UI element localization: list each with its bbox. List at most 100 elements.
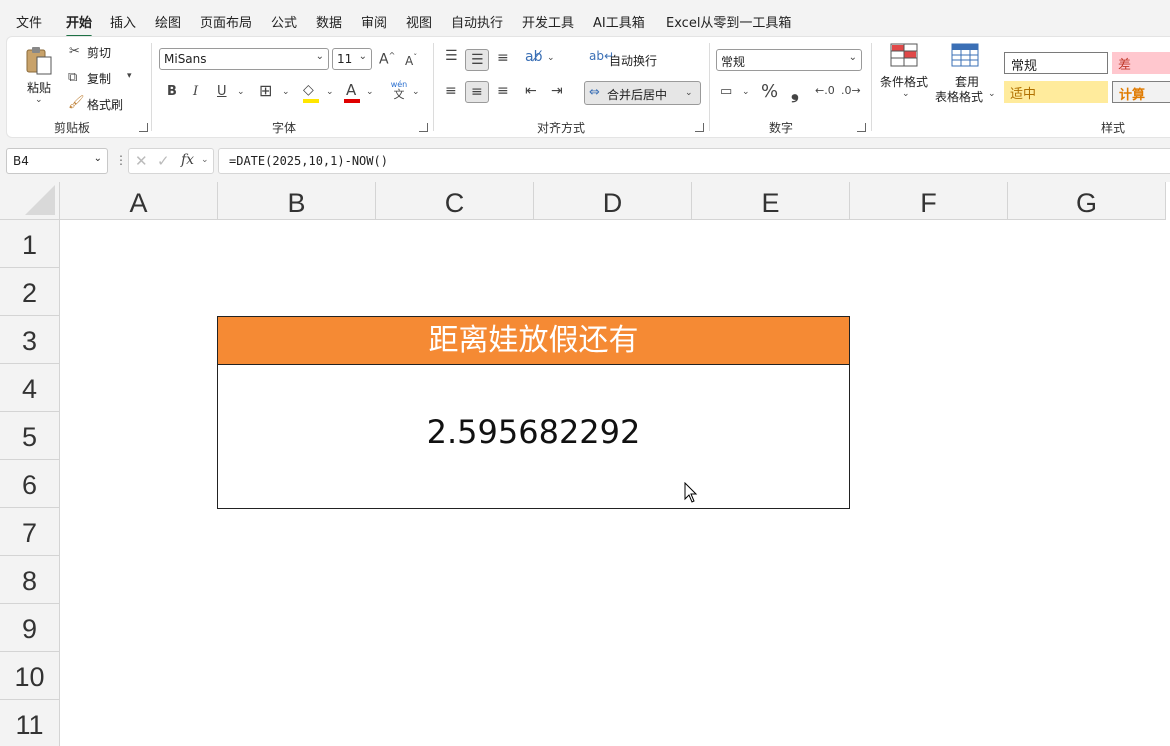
comma-button[interactable]: ❟ <box>791 81 799 101</box>
italic-button[interactable]: I <box>193 85 198 98</box>
number-format-select[interactable]: 常规 ⌄ <box>716 49 862 71</box>
currency-icon[interactable]: ▭ <box>720 85 732 98</box>
borders-dropdown-icon[interactable]: ⌄ <box>282 88 290 97</box>
fill-color-icon[interactable]: ◇ <box>303 83 314 97</box>
conditional-formatting-icon <box>890 43 918 67</box>
phonetic-dropdown-icon[interactable]: ⌄ <box>412 88 420 97</box>
tab-automate[interactable]: 自动执行 <box>451 12 503 31</box>
worksheet-grid[interactable]: A B C D E F G 1 2 3 4 5 6 7 8 9 10 11 距离… <box>0 182 1170 746</box>
name-box-value: B4 <box>13 154 29 168</box>
currency-dropdown-icon[interactable]: ⌄ <box>742 88 750 97</box>
row-header-2[interactable]: 2 <box>0 268 60 316</box>
merge-center-button[interactable]: ⇔ 合并后居中 ⌄ <box>584 81 701 105</box>
row-header-1[interactable]: 1 <box>0 220 60 268</box>
row-header-11[interactable]: 11 <box>0 700 60 746</box>
font-color-icon[interactable]: A <box>346 83 356 98</box>
formula-input[interactable]: =DATE(2025,10,1)-NOW() <box>218 148 1170 174</box>
increase-decimal-icon[interactable]: ←.0 <box>815 85 835 96</box>
more-options-icon[interactable]: ⋮ <box>115 153 127 167</box>
chevron-down-icon: ⌄ <box>685 88 693 98</box>
wrap-text-button[interactable]: 自动换行 <box>609 52 657 69</box>
paste-button[interactable]: 粘贴 ⌄ <box>21 43 57 107</box>
clipboard-launcher-icon[interactable] <box>139 123 148 132</box>
align-middle-button[interactable]: ☰ <box>465 49 489 71</box>
column-header-f[interactable]: F <box>850 182 1008 220</box>
row-header-8[interactable]: 8 <box>0 556 60 604</box>
select-all-corner[interactable] <box>0 182 60 220</box>
merged-cell-b3-title[interactable]: 距离娃放假还有 <box>217 316 850 365</box>
cancel-icon[interactable]: ✕ <box>135 152 148 170</box>
row-header-10[interactable]: 10 <box>0 652 60 700</box>
column-header-g[interactable]: G <box>1008 182 1166 220</box>
column-header-a[interactable]: A <box>60 182 218 220</box>
increase-font-icon[interactable]: A^ <box>379 52 395 67</box>
style-calculation[interactable]: 计算 <box>1112 81 1170 103</box>
column-header-e[interactable]: E <box>692 182 850 220</box>
orientation-icon[interactable]: ab̸ <box>525 50 542 64</box>
copy-dropdown-icon[interactable]: ▾ <box>127 72 132 81</box>
fill-dropdown-icon[interactable]: ⌄ <box>326 88 334 97</box>
row-header-3[interactable]: 3 <box>0 316 60 364</box>
alignment-launcher-icon[interactable] <box>695 123 704 132</box>
align-center-icon: ≡ <box>471 84 483 100</box>
column-header-d[interactable]: D <box>534 182 692 220</box>
font-name-select[interactable]: MiSans ⌄ <box>159 48 329 70</box>
underline-button[interactable]: U <box>217 85 227 98</box>
tab-formulas[interactable]: 公式 <box>271 12 297 31</box>
chevron-down-icon: ⌄ <box>35 95 43 105</box>
increase-indent-icon[interactable]: ⇥ <box>551 84 563 98</box>
underline-dropdown-icon[interactable]: ⌄ <box>237 88 245 97</box>
orientation-dropdown-icon[interactable]: ⌄ <box>547 54 555 63</box>
tab-developer[interactable]: 开发工具 <box>522 12 574 31</box>
font-color-dropdown-icon[interactable]: ⌄ <box>366 88 374 97</box>
font-launcher-icon[interactable] <box>419 123 428 132</box>
decrease-indent-icon[interactable]: ⇤ <box>525 84 537 98</box>
tab-review[interactable]: 审阅 <box>361 12 387 31</box>
tab-draw[interactable]: 绘图 <box>155 12 181 31</box>
format-as-table-button[interactable]: 套用 表格格式 ⌄ <box>935 41 999 111</box>
align-top-icon[interactable]: ☰ <box>445 49 458 63</box>
row-header-5[interactable]: 5 <box>0 412 60 460</box>
align-middle-icon: ☰ <box>471 52 484 68</box>
copy-button[interactable]: 复制 <box>87 70 111 87</box>
borders-icon[interactable]: ⊞ <box>259 83 272 99</box>
bold-button[interactable]: B <box>167 85 177 98</box>
align-right-icon[interactable]: ≡ <box>497 84 509 98</box>
conditional-formatting-button[interactable]: 条件格式 ⌄ <box>880 41 930 111</box>
tab-ai-toolbox[interactable]: AI工具箱 <box>593 12 645 31</box>
column-header-c[interactable]: C <box>376 182 534 220</box>
style-normal[interactable]: 常规 <box>1004 52 1108 74</box>
tab-home[interactable]: 开始 <box>66 12 93 38</box>
align-left-icon[interactable]: ≡ <box>445 84 457 98</box>
row-header-7[interactable]: 7 <box>0 508 60 556</box>
insert-function-icon[interactable]: fx <box>181 152 194 168</box>
align-bottom-icon[interactable]: ≡ <box>497 51 509 65</box>
row-header-9[interactable]: 9 <box>0 604 60 652</box>
row-header-4[interactable]: 4 <box>0 364 60 412</box>
tab-data[interactable]: 数据 <box>316 12 342 31</box>
tab-view[interactable]: 视图 <box>406 12 432 31</box>
formula-bar: B4 ⌄ ⋮ ✕ ✓ fx ⌄ =DATE(2025,10,1)-NOW() <box>0 144 1170 178</box>
number-group-label: 数字 <box>769 121 794 135</box>
tab-file[interactable]: 文件 <box>16 12 42 31</box>
decrease-font-icon[interactable]: Aˇ <box>405 54 417 68</box>
phonetic-icon[interactable]: wén 文 <box>389 81 409 105</box>
format-painter-button[interactable]: 格式刷 <box>87 96 123 113</box>
column-header-b[interactable]: B <box>218 182 376 220</box>
cut-button[interactable]: 剪切 <box>87 44 111 61</box>
chevron-down-icon: ⌄ <box>902 89 910 99</box>
merged-cell-b4-value[interactable]: 2.595682292 <box>217 364 850 509</box>
number-launcher-icon[interactable] <box>857 123 866 132</box>
row-header-6[interactable]: 6 <box>0 460 60 508</box>
name-box[interactable]: B4 ⌄ <box>6 148 108 174</box>
tab-insert[interactable]: 插入 <box>110 12 136 31</box>
enter-icon[interactable]: ✓ <box>157 152 170 170</box>
font-size-select[interactable]: 11 ⌄ <box>332 48 372 70</box>
decrease-decimal-icon[interactable]: .0→ <box>841 85 861 96</box>
tab-excel-toolbox[interactable]: Excel从零到一工具箱 <box>666 12 791 31</box>
percent-button[interactable]: % <box>761 83 778 101</box>
align-center-button[interactable]: ≡ <box>465 81 489 103</box>
style-neutral[interactable]: 适中 <box>1004 81 1108 103</box>
style-bad[interactable]: 差 <box>1112 52 1170 74</box>
tab-page-layout[interactable]: 页面布局 <box>200 12 252 31</box>
